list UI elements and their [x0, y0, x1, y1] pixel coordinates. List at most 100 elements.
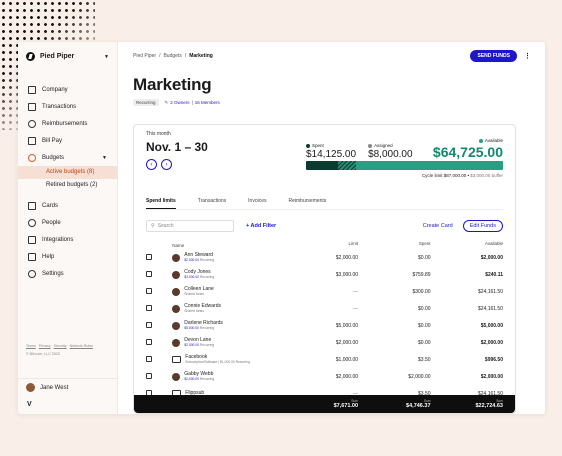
- row-available: $5,000.00: [480, 322, 503, 329]
- sidebar-item-company[interactable]: Company: [18, 81, 117, 98]
- tab-bar: Spend limits Transactions Invoices Reimb…: [146, 196, 503, 210]
- available-value: $64,725.00: [432, 144, 503, 160]
- cycle-limit-text: Cycle limit $87,000.00: [421, 173, 467, 178]
- search-input[interactable]: ⚲ Search: [146, 220, 234, 232]
- row-spent: $0.00: [418, 254, 431, 261]
- budget-stats: Spent $14,125.00 Assigned $8,000.00 Avai…: [306, 131, 503, 178]
- row-limit: —: [353, 305, 359, 312]
- row-limit: $2,000.00: [335, 373, 359, 380]
- sidebar-item-label: Settings: [42, 270, 64, 277]
- sidebar-subitem-retired-budgets[interactable]: Retired budgets (2): [18, 179, 117, 192]
- column-name[interactable]: Name: [172, 241, 281, 249]
- building-icon: [28, 85, 36, 94]
- help-icon: [28, 252, 36, 261]
- column-spent[interactable]: Spent: [358, 241, 431, 249]
- security-link[interactable]: Security: [54, 344, 67, 348]
- sidebar-item-people[interactable]: People: [18, 214, 117, 231]
- sidebar-item-bill-pay[interactable]: Bill Pay: [18, 132, 117, 149]
- tab-reimbursements[interactable]: Reimbursements: [289, 196, 327, 209]
- table-row[interactable]: Ann Steward $2,000.00 Recurring $2,000.00 $…: [146, 249, 503, 266]
- tab-spend-limits[interactable]: Spend limits: [146, 196, 176, 209]
- column-available[interactable]: Available: [431, 241, 503, 249]
- budget-icon: [28, 153, 36, 162]
- row-checkbox[interactable]: [146, 338, 152, 345]
- sidebar-item-help[interactable]: Help: [18, 248, 117, 265]
- row-spent: $2,000.00: [408, 373, 431, 380]
- table-row[interactable]: Darlene Richards $5,000.00 Recurring $5,00…: [146, 317, 503, 334]
- row-subtitle: Shared funds: [184, 309, 204, 314]
- sidebar-item-settings[interactable]: Settings: [18, 265, 117, 282]
- breadcrumb-company[interactable]: Pied Piper: [133, 53, 156, 59]
- column-limit[interactable]: Limit: [281, 241, 359, 249]
- avatar: [172, 321, 181, 330]
- sidebar-item-cards[interactable]: Cards: [18, 197, 117, 214]
- row-subtitle: Subscription/Software | $1,000.00 Recurr…: [185, 360, 250, 365]
- table-row[interactable]: Cody Jones $3,000.00 Recurring $3,000.00 $7…: [146, 266, 503, 283]
- row-checkbox[interactable]: [146, 321, 152, 328]
- budget-progress-bar: [306, 161, 503, 170]
- network-rules-link[interactable]: Network Rules: [70, 344, 93, 348]
- sidebar-item-label: Budgets: [42, 154, 65, 161]
- tab-transactions[interactable]: Transactions: [198, 196, 226, 209]
- row-checkbox[interactable]: [146, 287, 152, 294]
- budget-card: This month Nov. 1 – 30 ‹ › Spent $14,125…: [133, 124, 516, 414]
- sidebar-item-reimbursements[interactable]: Reimbursements: [18, 115, 117, 132]
- table-toolbar: ⚲ Search + Add Filter Create Card Edit F…: [146, 220, 503, 232]
- edit-funds-button[interactable]: Edit Funds: [462, 220, 503, 232]
- spent-stat: Spent $14,125.00: [306, 143, 356, 160]
- add-filter-button[interactable]: + Add Filter: [246, 223, 276, 229]
- row-checkbox[interactable]: [146, 304, 152, 311]
- owners-link[interactable]: 2 Owners: [170, 100, 189, 105]
- card-icon: [172, 356, 182, 363]
- more-options-icon[interactable]: ⋮: [524, 52, 531, 60]
- breadcrumb-budgets[interactable]: Budgets: [163, 53, 181, 59]
- row-subtitle: $3,000.00 Recurring: [184, 275, 215, 280]
- table-row[interactable]: Connie Edwards Shared funds — $0.00 $24,161…: [146, 300, 503, 317]
- company-switcher[interactable]: Pied Piper ▼: [18, 42, 117, 71]
- terms-link[interactable]: Terms: [26, 344, 36, 348]
- sidebar-item-label: Reimbursements: [42, 120, 88, 127]
- row-checkbox[interactable]: [146, 270, 152, 277]
- row-checkbox[interactable]: [146, 253, 152, 260]
- assigned-value: $8,000.00: [368, 149, 413, 160]
- privacy-link[interactable]: Privacy: [39, 344, 51, 348]
- row-checkbox[interactable]: [146, 355, 152, 362]
- table-row[interactable]: Colleen Lane Shared funds — $300.00 $24,161…: [146, 283, 503, 300]
- spent-label: Spent: [312, 143, 324, 148]
- puzzle-icon: [28, 235, 36, 244]
- table-row[interactable]: Facebook Subscription/Software | $1,000.…: [146, 351, 503, 368]
- card-icon: [28, 201, 36, 210]
- table-row[interactable]: Gabby Webb $2,000.00 Recurring $2,000.00 $2…: [146, 368, 503, 385]
- row-available: $2,000.00: [480, 373, 503, 380]
- next-period-button[interactable]: ›: [161, 159, 172, 170]
- receipt-icon: [28, 102, 36, 111]
- assigned-dot-icon: [368, 143, 373, 148]
- company-name: Pied Piper: [40, 53, 75, 60]
- row-available: $2,000.00: [480, 254, 503, 261]
- sidebar-item-budgets[interactable]: Budgets ▼: [18, 149, 117, 166]
- sidebar-item-integrations[interactable]: Integrations: [18, 231, 117, 248]
- row-spent: $0.00: [418, 322, 431, 329]
- row-subtitle: $2,000.00 Recurring: [184, 377, 215, 382]
- row-spent: $759.89: [412, 271, 431, 278]
- bill-icon: [28, 136, 36, 145]
- table-header: Name Limit Spent Available: [146, 241, 503, 249]
- assigned-segment: [338, 161, 357, 170]
- create-card-button[interactable]: Create Card: [423, 223, 453, 229]
- sidebar-subitem-active-budgets[interactable]: Active budgets (8): [18, 166, 117, 179]
- row-available: $24,161.50: [477, 288, 503, 295]
- user-menu[interactable]: Jane West: [18, 378, 117, 396]
- send-funds-button[interactable]: SEND FUNDS: [470, 50, 517, 62]
- members-link[interactable]: 16 Members: [195, 100, 220, 105]
- avatar: [26, 383, 35, 392]
- row-limit: $3,000.00: [335, 271, 359, 278]
- sidebar-item-transactions[interactable]: Transactions: [18, 98, 117, 115]
- prev-period-button[interactable]: ‹: [146, 159, 157, 170]
- table-totals: Sum $7,671.00 Sum $4,746.37 Sum $22,724.63: [134, 395, 515, 413]
- sidebar-item-label: Integrations: [42, 236, 74, 243]
- table-row[interactable]: Devon Lane $2,000.00 Recurring $2,000.00 $0…: [146, 334, 503, 351]
- row-subtitle: Shared funds: [184, 292, 204, 297]
- chevron-down-icon: ▼: [102, 154, 107, 161]
- row-checkbox[interactable]: [146, 372, 152, 379]
- tab-invoices[interactable]: Invoices: [248, 196, 266, 209]
